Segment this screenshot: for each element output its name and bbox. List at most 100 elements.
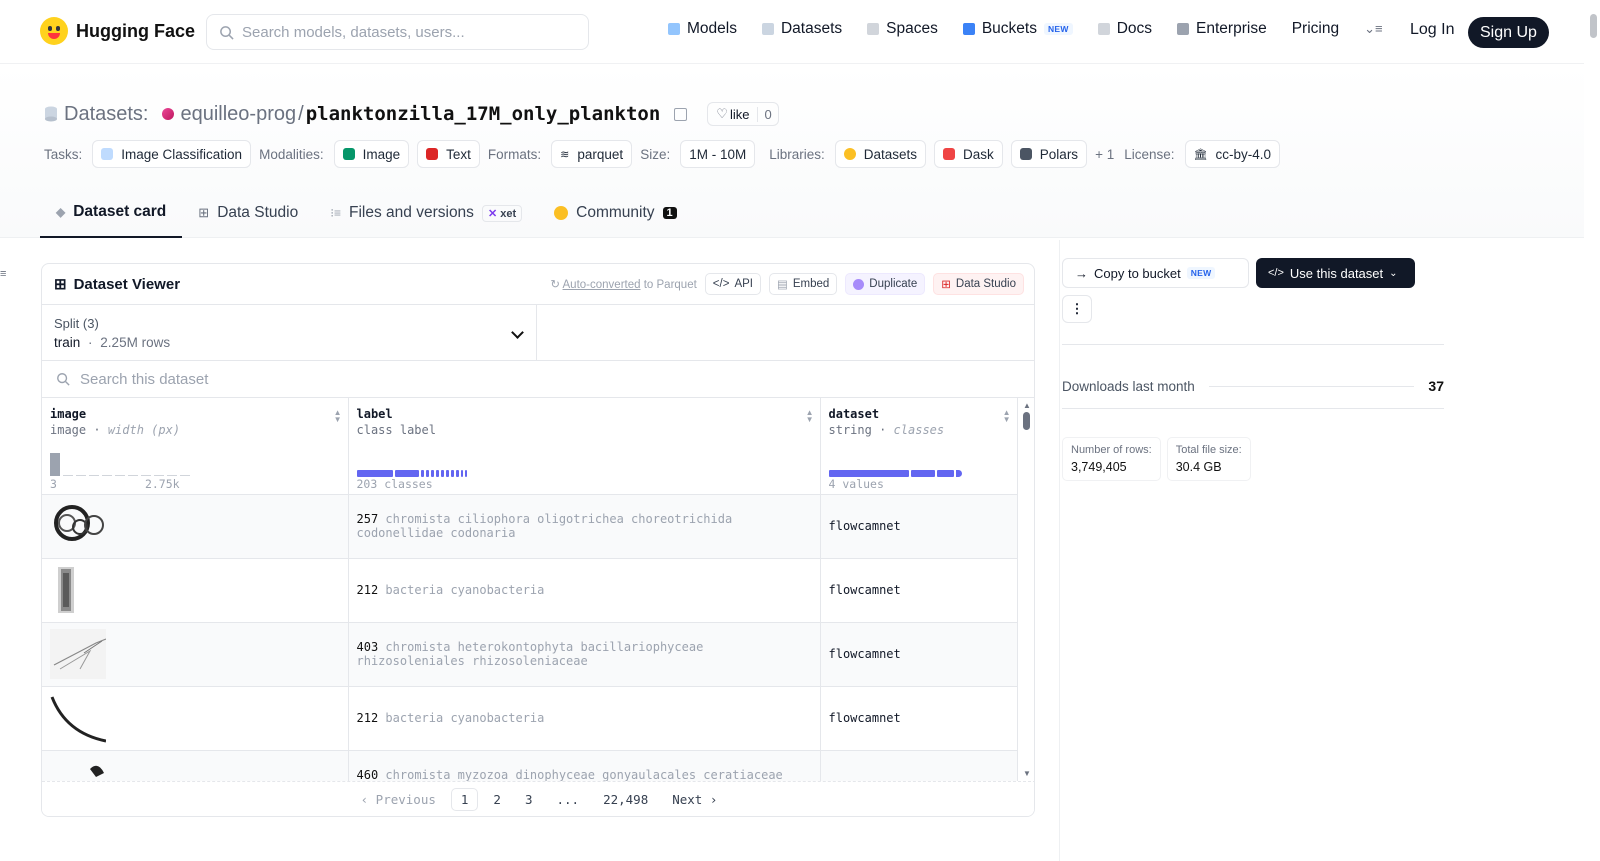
owner-link[interactable]: equilleo-prog <box>180 103 296 126</box>
code-icon: </> <box>1268 267 1284 279</box>
nav-datasets[interactable]: Datasets <box>761 20 842 38</box>
duplicate-button[interactable]: Duplicate <box>845 273 926 295</box>
brand-name: Hugging Face <box>76 20 196 41</box>
dataset-search[interactable] <box>42 361 1034 398</box>
signup-button[interactable]: Sign Up <box>1468 17 1549 48</box>
tab-community-label: Community <box>576 204 655 221</box>
nav-more[interactable]: ⌄≡ <box>1364 21 1382 37</box>
api-button-label: API <box>734 278 753 290</box>
image-cell[interactable] <box>42 494 349 559</box>
scroll-thumb[interactable] <box>1023 412 1030 430</box>
top-nav: Hugging Face Models Datasets Spaces Buck… <box>0 0 1584 64</box>
label-id: 212 <box>356 583 379 597</box>
dataset-values-count: 4 values <box>829 477 884 491</box>
tab-community[interactable]: Community 1 <box>538 188 693 238</box>
api-button[interactable]: </> API <box>704 273 761 295</box>
dataset-search-input[interactable] <box>80 370 480 388</box>
nav-enterprise[interactable]: Enterprise <box>1177 20 1267 38</box>
column-type-dataset: string · classes <box>828 423 945 437</box>
stat-rows: Number of rows: 3,749,405 <box>1062 437 1161 481</box>
database-icon <box>45 106 57 122</box>
tag-format[interactable]: ≋ parquet <box>551 140 633 168</box>
global-search[interactable] <box>206 14 589 50</box>
label-id: 257 <box>356 512 379 526</box>
sort-icon[interactable]: ▲ ▼ <box>334 409 342 424</box>
use-dataset-button[interactable]: </> Use this dataset ⌄ <box>1256 258 1415 288</box>
image-cell[interactable] <box>42 622 349 687</box>
login-link[interactable]: Log In <box>1410 21 1454 39</box>
nav-models[interactable]: Models <box>668 20 737 38</box>
new-badge: NEW <box>1043 23 1073 35</box>
tag-lib-dask[interactable]: Dask <box>934 140 1003 168</box>
table-row[interactable]: 212 bacteria cyanobacteria flowcamnet <box>42 558 1018 623</box>
column-name-image: image <box>50 407 87 421</box>
data-studio-button[interactable]: ⊞ Data Studio <box>933 273 1024 295</box>
copy-icon[interactable] <box>674 107 688 121</box>
page-3[interactable]: 3 <box>516 789 542 810</box>
prev-page[interactable]: ‹ Previous <box>352 789 445 810</box>
table-scrollbar[interactable]: ▲ ▼ <box>1023 401 1031 778</box>
sort-icon[interactable]: ▲ ▼ <box>1003 409 1011 424</box>
column-header-label[interactable]: label class label ▲ ▼ 203 classes <box>348 398 821 495</box>
use-dataset-label: Use this dataset <box>1289 265 1384 281</box>
nav-docs[interactable]: Docs <box>1097 20 1153 38</box>
table-row[interactable]: 212 bacteria cyanobacteria flowcamnet <box>42 686 1018 751</box>
like-button[interactable]: ♡ like 0 <box>707 102 779 126</box>
nav-spaces[interactable]: Spaces <box>867 20 938 38</box>
column-header-image[interactable]: image image · width (px) ▲ ▼ 3 2.75k <box>42 398 349 495</box>
cube-icon: ◆ <box>56 205 66 219</box>
image-cell[interactable] <box>42 558 349 623</box>
page-2[interactable]: 2 <box>484 789 510 810</box>
sidebar-toggle-icon[interactable]: ≡ <box>0 268 6 280</box>
nav-buckets-label: Buckets <box>981 20 1037 37</box>
libraries-label: Libraries: <box>769 146 825 162</box>
tag-modality-text[interactable]: Text <box>417 140 480 168</box>
table-row[interactable]: 257 chromista ciliophora oligotrichea ch… <box>42 494 1018 559</box>
page-scroll-thumb[interactable] <box>1590 14 1597 38</box>
scroll-up-icon[interactable]: ▲ <box>1023 401 1031 410</box>
tab-dataset-card[interactable]: ◆ Dataset card <box>40 188 183 238</box>
global-search-input[interactable] <box>242 23 562 41</box>
scroll-down-icon[interactable]: ▼ <box>1023 769 1031 778</box>
nav-pricing[interactable]: Pricing <box>1292 20 1339 38</box>
image-cell[interactable] <box>42 686 349 751</box>
stat-size: Total file size: 30.4 GB <box>1166 437 1251 481</box>
nav-buckets[interactable]: Buckets NEW <box>962 20 1073 38</box>
auto-converted-link[interactable]: Auto-converted <box>563 279 641 291</box>
next-page[interactable]: Next › <box>663 789 726 810</box>
split-value: train <box>54 335 81 350</box>
column-header-dataset[interactable]: dataset string · classes ▲ ▼ 4 values <box>820 398 1018 495</box>
tag-size[interactable]: 1M - 10M <box>680 140 756 168</box>
label-id: 212 <box>356 711 379 725</box>
tab-data-studio[interactable]: ⊞ Data Studio <box>182 188 314 238</box>
copy-to-bucket-button[interactable]: → Copy to bucket NEW <box>1062 258 1249 288</box>
split-select[interactable]: Split (3) train · 2.25M rows <box>42 305 537 360</box>
column-name-label: label <box>356 407 393 421</box>
crumb-datasets[interactable]: Datasets: <box>64 103 148 126</box>
tag-task[interactable]: Image Classification <box>92 140 252 168</box>
label-text: chromista ciliophora oligotrichea choreo… <box>356 512 733 540</box>
page-scrollbar[interactable] <box>1587 0 1600 861</box>
sort-icon[interactable]: ▲ ▼ <box>806 409 814 424</box>
nav-docs-label: Docs <box>1116 20 1153 37</box>
tag-license-label: cc-by-4.0 <box>1215 146 1272 162</box>
tag-license[interactable]: 🏛 cc-by-4.0 <box>1184 140 1281 168</box>
hugging-face-icon <box>843 148 856 160</box>
owner-avatar <box>162 108 175 120</box>
image-width-histogram <box>50 450 190 476</box>
page-last[interactable]: 22,498 <box>594 789 657 810</box>
brand-logo[interactable]: Hugging Face <box>40 17 195 45</box>
table-row[interactable]: 403 chromista heterokontophyta bacillari… <box>42 622 1018 687</box>
libraries-more[interactable]: + 1 <box>1095 147 1114 162</box>
tag-task-label: Image Classification <box>121 146 243 162</box>
bank-icon: 🏛 <box>1193 148 1208 161</box>
embed-button[interactable]: ▤ Embed <box>768 273 838 295</box>
tag-lib-polars[interactable]: Polars <box>1010 140 1088 168</box>
data-studio-button-label: Data Studio <box>955 278 1016 290</box>
page-1[interactable]: 1 <box>450 787 479 811</box>
more-options-button[interactable]: ⋮ <box>1062 295 1092 323</box>
tag-modality-image[interactable]: Image <box>333 140 410 168</box>
duplicate-button-label: Duplicate <box>869 278 918 290</box>
tag-lib-datasets[interactable]: Datasets <box>834 140 927 168</box>
tab-files[interactable]: ⁝≡ Files and versions ✕ xet <box>314 188 538 238</box>
